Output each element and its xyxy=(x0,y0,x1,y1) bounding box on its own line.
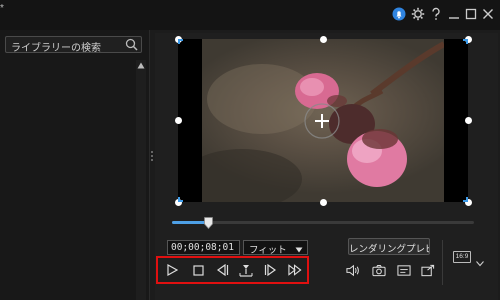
next-frame-icon[interactable] xyxy=(263,263,277,277)
play-icon[interactable] xyxy=(165,263,179,277)
title-bar: * xyxy=(0,0,500,30)
scroll-up-arrow-icon[interactable] xyxy=(136,62,146,70)
resize-handle-left[interactable] xyxy=(175,117,182,124)
gear-icon[interactable] xyxy=(410,6,426,22)
playback-slider[interactable] xyxy=(172,217,474,230)
library-scrollbar[interactable] xyxy=(136,60,146,300)
toolbar-divider xyxy=(442,240,443,285)
fast-forward-icon[interactable] xyxy=(288,263,302,277)
window-title: * xyxy=(0,3,4,14)
subtitle-icon[interactable] xyxy=(397,263,411,277)
fit-dropdown[interactable]: フィット xyxy=(243,240,308,256)
panel-resize-handle[interactable] xyxy=(150,150,154,164)
previous-frame-icon[interactable] xyxy=(215,263,229,277)
volume-icon[interactable] xyxy=(346,263,360,277)
search-icon[interactable] xyxy=(125,38,138,56)
transform-crosshair-icon[interactable] xyxy=(303,102,341,140)
minimize-icon[interactable] xyxy=(446,6,462,22)
corner-marker-bottom-right xyxy=(463,197,468,202)
corner-marker-top-left xyxy=(178,39,183,44)
corner-marker-top-right xyxy=(463,39,468,44)
corner-marker-bottom-left xyxy=(178,197,183,202)
external-preview-icon[interactable] xyxy=(421,263,435,277)
stop-icon[interactable] xyxy=(191,263,205,277)
timecode-display[interactable]: 00;00;08;01 xyxy=(167,240,240,255)
playback-progress-fill xyxy=(172,221,208,224)
render-preview-button[interactable]: レンダリングプレビ... xyxy=(348,238,430,255)
resize-handle-right[interactable] xyxy=(465,117,472,124)
library-panel: ライブラリーの検索 xyxy=(0,30,150,300)
notification-icon[interactable] xyxy=(391,6,407,22)
help-icon[interactable] xyxy=(428,6,444,22)
resize-handle-top[interactable] xyxy=(320,36,327,43)
camera-icon[interactable] xyxy=(372,263,386,277)
resize-handle-bottom[interactable] xyxy=(320,199,327,206)
split-icon[interactable] xyxy=(239,263,253,277)
maximize-icon[interactable] xyxy=(463,6,479,22)
fit-dropdown-value: フィット xyxy=(249,245,287,256)
close-icon[interactable] xyxy=(480,6,496,22)
chevron-down-icon xyxy=(295,245,303,256)
library-search-input[interactable]: ライブラリーの検索 xyxy=(5,36,142,56)
video-preview[interactable] xyxy=(178,39,468,202)
library-search-placeholder: ライブラリーの検索 xyxy=(11,43,101,54)
playback-slider-knob[interactable] xyxy=(204,216,213,230)
aspect-ratio-button[interactable]: 16:9 xyxy=(453,251,471,263)
aspect-ratio-chevron-icon[interactable] xyxy=(476,254,484,272)
